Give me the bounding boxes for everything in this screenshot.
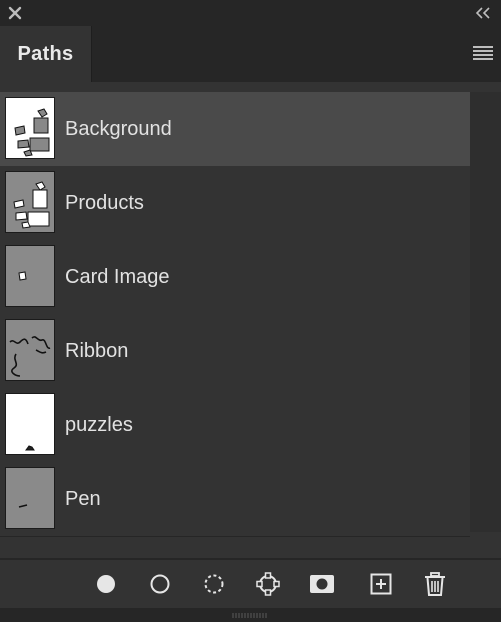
hamburger-menu-icon[interactable] [473, 45, 493, 61]
add-mask-icon [310, 575, 334, 593]
path-thumbnail [5, 171, 55, 233]
panel-title-bar [0, 0, 501, 26]
path-name: Pen [65, 487, 101, 510]
trash-icon [425, 572, 445, 596]
new-path-icon [370, 573, 392, 595]
path-name: Card Image [65, 265, 170, 288]
path-name: Products [65, 191, 144, 214]
path-name: puzzles [65, 413, 133, 436]
scrollbar-track[interactable] [470, 92, 501, 532]
tab-label: Paths [17, 42, 74, 65]
paths-panel: Background Products Card Image Ribbon pu… [0, 82, 501, 558]
path-row-card-image[interactable]: Card Image [0, 240, 470, 315]
panel-footer [0, 560, 501, 608]
tab-bar: Paths [0, 26, 501, 82]
stroke-path-button[interactable] [147, 571, 173, 597]
make-work-path-button[interactable] [255, 571, 281, 597]
add-mask-button[interactable] [309, 571, 335, 597]
delete-path-button[interactable] [422, 571, 448, 597]
close-icon[interactable] [8, 6, 22, 20]
path-thumbnail [5, 97, 55, 159]
tab-paths[interactable]: Paths [0, 26, 92, 82]
path-thumbnail [5, 245, 55, 307]
load-as-selection-button[interactable] [201, 571, 227, 597]
path-row-ribbon[interactable]: Ribbon [0, 314, 470, 389]
path-name: Ribbon [65, 339, 129, 362]
path-thumbnail [5, 319, 55, 381]
path-row-puzzles[interactable]: puzzles [0, 388, 470, 463]
new-path-button[interactable] [368, 571, 394, 597]
resize-grip-icon[interactable] [231, 613, 269, 618]
fill-path-button[interactable] [93, 571, 119, 597]
path-thumbnail [5, 393, 55, 455]
path-thumbnail [5, 467, 55, 529]
path-row-products[interactable]: Products [0, 166, 470, 241]
load-as-selection-icon [204, 574, 224, 594]
panel-resize-bar[interactable] [0, 608, 501, 622]
make-work-path-icon [256, 572, 280, 596]
fill-path-icon [97, 575, 115, 593]
paths-list: Background Products Card Image Ribbon pu… [0, 92, 470, 537]
path-name: Background [65, 117, 172, 140]
path-row-pen[interactable]: Pen [0, 462, 470, 537]
path-row-background[interactable]: Background [0, 92, 470, 167]
stroke-path-icon [150, 574, 170, 594]
double-chevron-left-icon[interactable] [475, 6, 491, 20]
